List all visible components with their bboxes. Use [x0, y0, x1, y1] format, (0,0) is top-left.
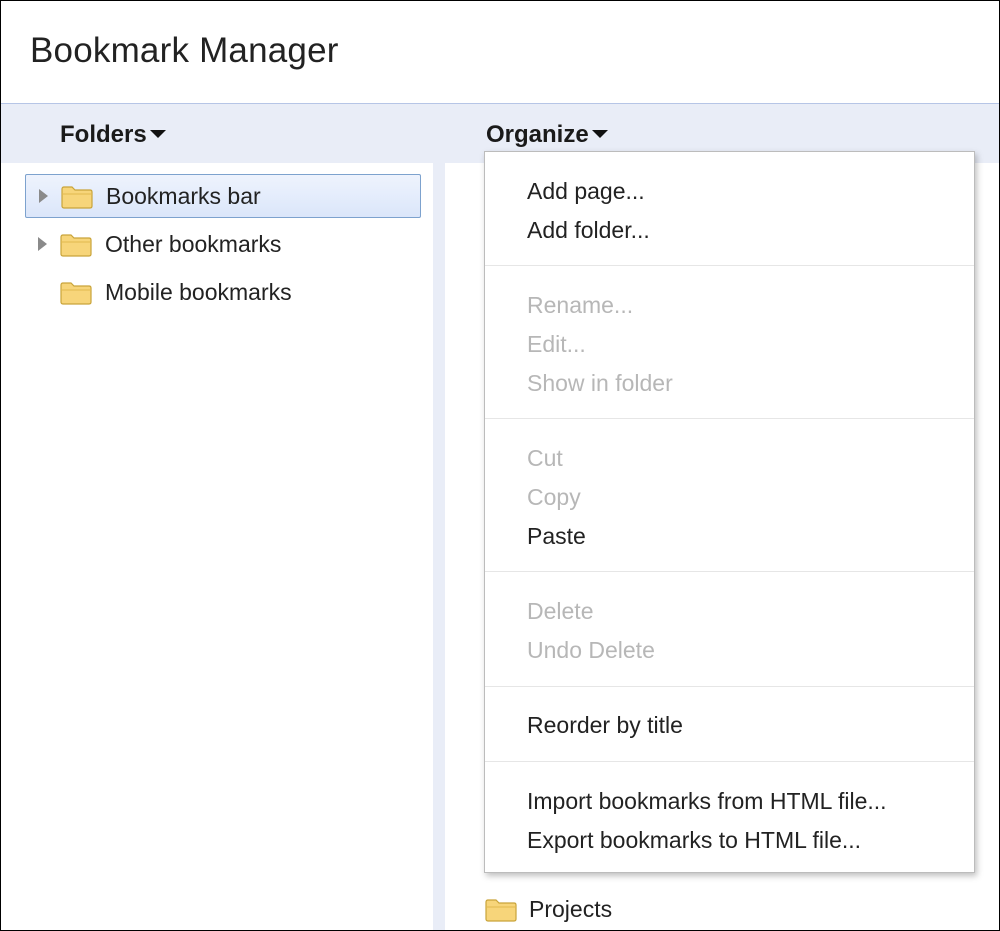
bookmark-manager-window: Bookmark Manager Folders Organize Bookma…: [0, 0, 1000, 931]
tree-item-mobile-bookmarks[interactable]: Mobile bookmarks: [25, 271, 421, 315]
tree-item-label: Other bookmarks: [105, 231, 282, 257]
organize-menu-button[interactable]: Organize: [486, 121, 608, 149]
menu-item-show-in-folder[interactable]: Show in folder: [527, 369, 673, 397]
folders-button-label: Folders: [60, 121, 147, 148]
menu-item-delete[interactable]: Delete: [527, 597, 593, 625]
expand-arrow-icon[interactable]: [38, 237, 47, 251]
menu-item-undo-delete[interactable]: Undo Delete: [527, 636, 655, 664]
menu-item-rename[interactable]: Rename...: [527, 291, 633, 319]
menu-separator: [485, 761, 974, 762]
list-item-label: Projects: [529, 896, 613, 922]
menu-separator: [485, 265, 974, 266]
tree-item-other-bookmarks[interactable]: Other bookmarks: [25, 223, 421, 267]
page-title: Bookmark Manager: [30, 31, 339, 70]
folder-icon: [60, 282, 92, 305]
menu-item-export-bookmarks[interactable]: Export bookmarks to HTML file...: [527, 826, 861, 854]
menu-item-add-page[interactable]: Add page...: [527, 177, 645, 205]
tree-item-label: Bookmarks bar: [106, 183, 261, 209]
menu-item-import-bookmarks[interactable]: Import bookmarks from HTML file...: [527, 787, 887, 815]
chevron-down-icon: [591, 130, 608, 138]
folder-icon: [60, 234, 92, 257]
folder-icon: [485, 899, 517, 922]
menu-item-cut[interactable]: Cut: [527, 444, 563, 472]
menu-item-add-folder[interactable]: Add folder...: [527, 216, 650, 244]
menu-separator: [485, 418, 974, 419]
menu-item-paste[interactable]: Paste: [527, 522, 586, 550]
menu-item-edit[interactable]: Edit...: [527, 330, 586, 358]
menu-item-reorder-by-title[interactable]: Reorder by title: [527, 711, 683, 739]
expand-arrow-icon[interactable]: [39, 189, 48, 203]
chevron-down-icon: [149, 130, 166, 138]
menu-separator: [485, 686, 974, 687]
folder-icon: [61, 186, 93, 209]
organize-dropdown-menu: Add page... Add folder... Rename... Edit…: [484, 151, 975, 873]
pane-splitter[interactable]: [433, 163, 445, 930]
folders-menu-button[interactable]: Folders: [60, 121, 166, 149]
tree-item-label: Mobile bookmarks: [105, 279, 292, 305]
organize-button-label: Organize: [486, 121, 589, 148]
menu-item-copy[interactable]: Copy: [527, 483, 581, 511]
menu-separator: [485, 571, 974, 572]
tree-item-bookmarks-bar[interactable]: Bookmarks bar: [25, 174, 421, 218]
